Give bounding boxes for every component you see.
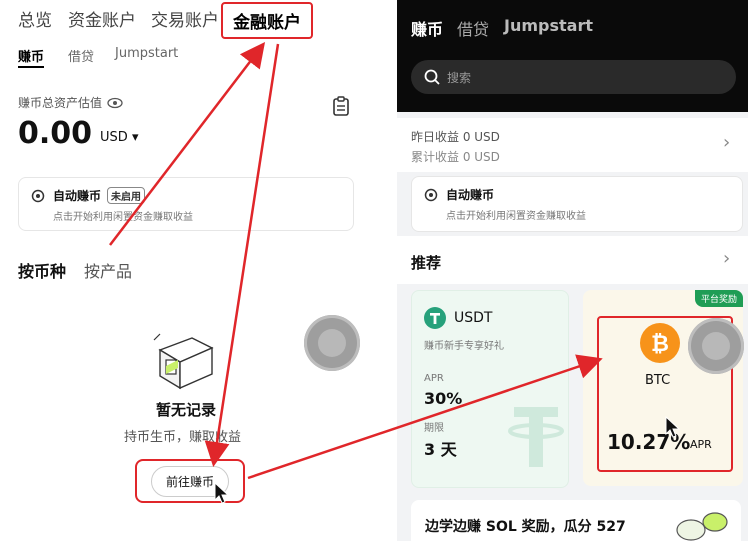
auto-earn-icon	[424, 188, 438, 201]
subtab-loan[interactable]: 借贷	[68, 46, 94, 65]
usdt-apr-value: 30%	[424, 389, 463, 408]
tab-funding-account[interactable]: 资金账户	[68, 6, 136, 31]
chevron-right-icon: ›	[723, 132, 731, 153]
auto-earn-card[interactable]: 自动赚币 点击开始利用闲置资金赚取收益	[411, 176, 743, 232]
usdt-apr-label: APR	[424, 373, 444, 384]
earn-home-panel: 赚币 借贷 Jumpstart 搜索 昨日收益 0 USD 累计收益 0 USD…	[397, 0, 748, 550]
svg-text:₿: ₿	[651, 332, 669, 357]
banner-text: 边学边赚 SOL 奖励，瓜分 527	[425, 519, 626, 535]
tab-trading-account[interactable]: 交易账户	[151, 6, 219, 31]
tab-earn[interactable]: 赚币	[411, 16, 443, 40]
currency-label: USD	[100, 130, 128, 145]
auto-earn-title: 自动赚币	[446, 188, 495, 202]
usdt-icon	[424, 307, 446, 329]
auto-earn-title: 自动赚币	[53, 189, 102, 203]
recommend-header[interactable]: 推荐 ›	[397, 236, 748, 284]
search-placeholder: 搜索	[447, 70, 472, 85]
total-earnings: 累计收益 0 USD	[411, 150, 500, 164]
tab-by-product[interactable]: 按产品	[84, 258, 132, 282]
floating-assistive-button[interactable]	[688, 318, 744, 374]
recommend-label: 推荐	[411, 254, 442, 272]
auto-earn-icon	[31, 189, 45, 202]
usdt-watermark-icon	[508, 407, 564, 467]
floating-assistive-button[interactable]	[304, 315, 360, 371]
auto-earn-card[interactable]: 自动赚币 未启用 点击开始利用闲置资金赚取收益	[18, 177, 354, 231]
usdt-term-value: 3 天	[424, 440, 457, 459]
search-input[interactable]: 搜索	[411, 60, 736, 94]
empty-title: 暂无记录	[156, 401, 217, 419]
empty-desc: 持币生币，赚取收益	[124, 430, 242, 445]
asset-value-row: 0.00 USD ▾	[18, 116, 138, 151]
active-tab-indicator	[18, 66, 44, 68]
platform-reward-badge: 平台奖励	[694, 290, 743, 307]
usdt-product-card[interactable]: USDT 赚币新手专享好礼 APR 30% 期限 3 天	[411, 290, 569, 488]
btc-apr-label: APR	[690, 438, 712, 451]
asset-value: 0.00	[18, 116, 93, 151]
search-icon	[424, 69, 440, 85]
auto-earn-status-badge: 未启用	[107, 187, 146, 204]
records-icon[interactable]	[332, 96, 350, 116]
btc-icon: ₿	[640, 323, 680, 363]
btc-name: BTC	[645, 373, 671, 388]
currency-selector[interactable]: USD ▾	[100, 130, 138, 145]
auto-earn-desc: 点击开始利用闲置资金赚取收益	[446, 211, 586, 222]
usdt-desc: 赚币新手专享好礼	[424, 341, 504, 352]
mouse-cursor-icon	[665, 416, 681, 438]
subtab-earn[interactable]: 赚币	[18, 46, 44, 65]
subtab-jumpstart[interactable]: Jumpstart	[115, 46, 178, 61]
auto-earn-header: 自动赚币 未启用	[31, 187, 146, 204]
dark-header: 赚币 借贷 Jumpstart 搜索	[397, 0, 748, 112]
asset-label-row: 赚币总资产估值	[18, 94, 123, 111]
auto-earn-header: 自动赚币	[424, 186, 494, 203]
earnings-summary[interactable]: 昨日收益 0 USD 累计收益 0 USD ›	[397, 118, 748, 172]
yesterday-earnings: 昨日收益 0 USD	[411, 130, 500, 144]
mouse-cursor-icon	[214, 482, 230, 504]
usdt-name: USDT	[454, 310, 493, 326]
finance-account-panel: 总览 资金账户 交易账户 金融账户 赚币 借贷 Jumpstart 赚币总资产估…	[0, 0, 364, 541]
usdt-term-label: 期限	[424, 423, 444, 434]
empty-box-illustration	[153, 333, 214, 390]
chevron-right-icon: ›	[723, 248, 731, 269]
coins-illustration	[676, 512, 728, 541]
tab-by-coin[interactable]: 按币种	[18, 258, 66, 282]
tab-finance-account[interactable]: 金融账户	[221, 2, 313, 39]
asset-label: 赚币总资产估值	[18, 96, 103, 110]
eye-icon[interactable]	[107, 97, 123, 109]
tab-loan[interactable]: 借贷	[457, 16, 489, 40]
learn-earn-banner[interactable]: 边学边赚 SOL 奖励，瓜分 527	[411, 500, 741, 550]
tab-overview[interactable]: 总览	[18, 6, 52, 31]
auto-earn-desc: 点击开始利用闲置资金赚取收益	[53, 212, 193, 223]
tab-jumpstart[interactable]: Jumpstart	[504, 16, 593, 35]
